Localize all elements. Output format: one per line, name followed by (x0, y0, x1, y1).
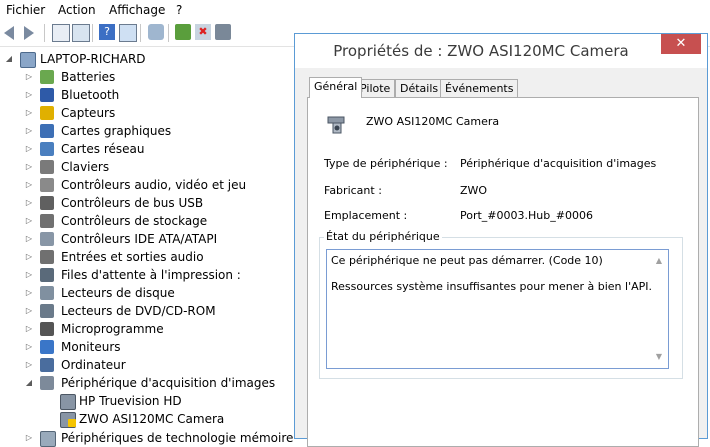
back-arrow-icon[interactable] (4, 26, 14, 40)
menu-fichier[interactable]: Fichier (6, 3, 45, 17)
battery-icon (40, 70, 54, 84)
toolbar-separator (44, 24, 45, 42)
storage-controller-icon (40, 214, 54, 228)
prop-type-label: Type de périphérique : (324, 157, 448, 170)
expand-icon[interactable]: ▷ (24, 284, 34, 302)
computer-icon (20, 52, 36, 68)
expand-icon[interactable]: ▷ (24, 68, 34, 86)
device-name: ZWO ASI120MC Camera (366, 115, 500, 128)
expand-icon[interactable]: ▷ (24, 266, 34, 284)
audio-icon (40, 178, 54, 192)
menu-affichage[interactable]: Affichage (109, 3, 165, 17)
update-driver-icon[interactable] (175, 24, 191, 40)
toolbar-separator (92, 24, 93, 42)
status-line-2: Ressources système insuffisantes pour me… (331, 280, 652, 293)
expand-icon[interactable]: ▷ (24, 86, 34, 104)
prop-location-value: Port_#0003.Hub_#0006 (460, 209, 593, 222)
dialog-title: Propriétés de : ZWO ASI120MC Camera (333, 42, 629, 60)
monitor-icon (40, 340, 54, 354)
menu-action[interactable]: Action (58, 3, 96, 17)
expand-icon[interactable]: ▷ (24, 212, 34, 230)
expand-icon[interactable]: ▷ (24, 158, 34, 176)
close-button[interactable]: ✕ (661, 34, 701, 54)
disk-drive-icon (40, 286, 54, 300)
general-tab-panel: ZWO ASI120MC Camera Type de périphérique… (307, 97, 699, 447)
keyboard-icon (40, 160, 54, 174)
collapse-icon[interactable]: ◢ (4, 50, 14, 68)
expand-icon[interactable]: ▷ (24, 194, 34, 212)
details-view-icon[interactable] (119, 24, 137, 42)
menu-help[interactable]: ? (176, 3, 182, 17)
webcam-icon (60, 394, 76, 410)
expand-icon[interactable]: ▷ (24, 320, 34, 338)
expand-icon[interactable]: ▷ (24, 248, 34, 266)
status-line-1: Ce périphérique ne peut pas démarrer. (C… (331, 254, 603, 267)
usb-icon (40, 196, 54, 210)
computer-icon (40, 358, 54, 372)
sensor-icon (40, 106, 54, 120)
memory-icon (40, 431, 56, 447)
ide-icon (40, 232, 54, 246)
prop-type-value: Périphérique d'acquisition d'images (460, 157, 657, 170)
scan-hardware-icon[interactable] (148, 24, 164, 40)
webcam-icon (326, 114, 348, 136)
tab-details[interactable]: Détails (395, 79, 444, 97)
firmware-icon (40, 322, 54, 336)
properties-view-icon[interactable] (52, 24, 70, 42)
expand-icon[interactable]: ▷ (24, 356, 34, 374)
prop-manufacturer-label: Fabricant : (324, 184, 382, 197)
expand-icon[interactable]: ▷ (24, 140, 34, 158)
status-group-title: État du périphérique (324, 230, 442, 243)
printer-icon (40, 268, 54, 282)
scroll-up-icon[interactable]: ▲ (654, 256, 664, 266)
device-tree: ◢ LAPTOP-RICHARD ▷ Batteries ▷ Bluetooth ▷ Ca… (4, 50, 294, 447)
warning-icon (68, 419, 76, 427)
window-icon[interactable] (72, 24, 90, 42)
prop-manufacturer-value: ZWO (460, 184, 488, 197)
speaker-icon (40, 250, 54, 264)
uninstall-icon[interactable]: ✖ (195, 24, 211, 40)
dvd-icon (40, 304, 54, 318)
scroll-down-icon[interactable]: ▼ (654, 352, 664, 362)
expand-icon[interactable]: ▷ (24, 230, 34, 248)
toolbar-separator (168, 24, 169, 42)
expand-icon[interactable]: ▷ (24, 302, 34, 320)
menu-bar: Fichier Action Affichage ? (0, 0, 710, 20)
toolbar-separator (140, 24, 141, 42)
expand-icon[interactable]: ▷ (24, 104, 34, 122)
expand-icon[interactable]: ▷ (24, 122, 34, 140)
dialog-titlebar[interactable]: Propriétés de : ZWO ASI120MC Camera ✕ (295, 34, 707, 68)
forward-arrow-icon[interactable] (24, 26, 34, 40)
enable-device-icon[interactable] (215, 24, 231, 40)
network-adapter-icon (40, 142, 54, 156)
status-textbox[interactable]: Ce périphérique ne peut pas démarrer. (C… (326, 249, 669, 369)
expand-icon[interactable]: ▷ (24, 429, 34, 447)
camera-icon (40, 376, 54, 390)
display-adapter-icon (40, 124, 54, 138)
help-icon[interactable]: ? (99, 24, 115, 40)
collapse-icon[interactable]: ◢ (24, 374, 34, 392)
prop-location-label: Emplacement : (324, 209, 408, 222)
expand-icon[interactable]: ▷ (24, 176, 34, 194)
properties-dialog: Propriétés de : ZWO ASI120MC Camera ✕ Gé… (294, 33, 708, 447)
tab-evenements[interactable]: Événements (440, 79, 519, 97)
expand-icon[interactable]: ▷ (24, 338, 34, 356)
bluetooth-icon (40, 88, 54, 102)
tab-general[interactable]: Général (309, 77, 363, 98)
